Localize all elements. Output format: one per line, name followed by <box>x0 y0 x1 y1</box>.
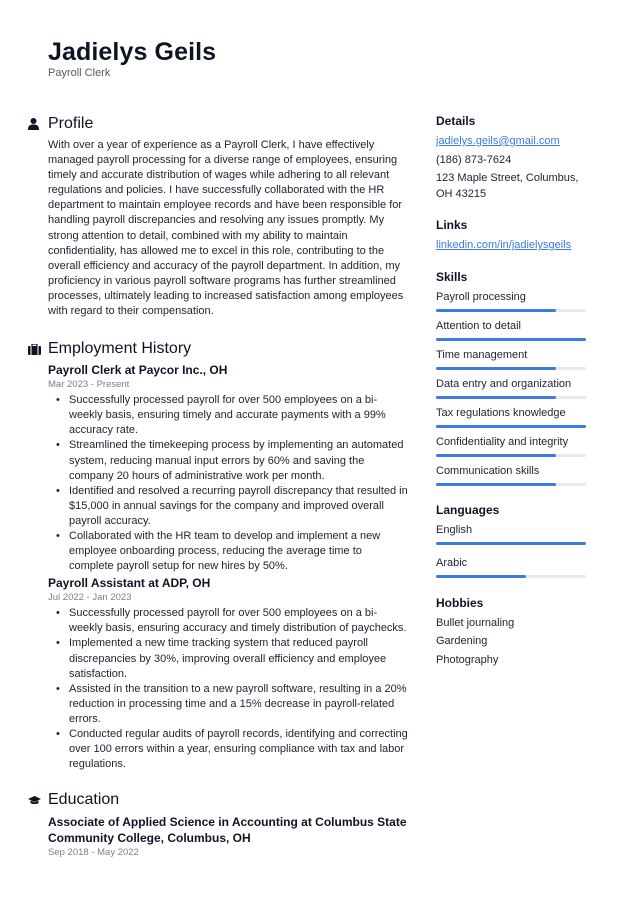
employment-heading-row: Employment History <box>28 338 408 360</box>
job-bullet: Identified and resolved a recurring payr… <box>54 484 408 529</box>
candidate-title: Payroll Clerk <box>48 67 111 79</box>
hobby-item: Bullet journaling <box>436 616 515 629</box>
education-list: Associate of Applied Science in Accounti… <box>48 814 408 859</box>
profile-summary: With over a year of experience as a Payr… <box>48 139 404 318</box>
job-bullet: Streamlined the timekeeping process by i… <box>54 438 408 483</box>
level-bar-fill <box>436 337 586 341</box>
profile-heading: Profile <box>48 115 94 132</box>
education-heading-row: Education <box>28 789 408 811</box>
level-bar-fill <box>436 366 556 370</box>
job-bullet: Conducted regular audits of payroll reco… <box>54 727 408 772</box>
language-label: Arabic <box>436 556 468 569</box>
hobbies-list: Bullet journaling Gardening Photography <box>436 616 596 669</box>
education-date: Sep 2018 - May 2022 <box>48 847 139 859</box>
hobby-item: Photography <box>436 653 499 666</box>
hobby-item: Gardening <box>436 635 488 647</box>
job-date: Mar 2023 - Present <box>48 379 130 391</box>
skill-item: Time management <box>436 348 596 370</box>
job-entry: Payroll Clerk at Paycor Inc., OH Mar 2023… <box>48 362 408 574</box>
main-column: Profile With over a year of experience a… <box>28 113 408 861</box>
skill-label: Attention to detail <box>436 319 522 332</box>
level-bar <box>436 424 586 428</box>
details-heading: Details <box>436 114 476 128</box>
education-section: Education Associate of Applied Science i… <box>28 789 408 859</box>
language-item: Arabic <box>436 556 596 578</box>
skill-item: Attention to detail <box>436 319 596 341</box>
hobbies-heading: Hobbies <box>436 595 484 610</box>
job-title: Payroll Clerk at Paycor Inc., OH <box>48 363 228 378</box>
email-link[interactable]: jadielys.geils@gmail.com <box>436 135 560 147</box>
skills-section: Skills Payroll processing Attention to de… <box>436 269 596 486</box>
languages-list: English Arabic <box>436 523 596 578</box>
skill-label: Confidentiality and integrity <box>436 435 569 448</box>
phone: (186) 873-7624 <box>436 153 512 166</box>
job-bullet: Collaborated with the HR team to develop… <box>54 529 408 574</box>
links-section: Links linkedin.com/in/jadielysgeils <box>436 217 596 254</box>
skill-label: Payroll processing <box>436 290 526 303</box>
level-bar <box>436 308 586 312</box>
profile-heading-row: Profile <box>28 113 408 135</box>
employment-heading: Employment History <box>48 340 192 358</box>
sidebar: Details jadielys.geils@gmail.com (186) 8… <box>436 113 596 671</box>
level-bar <box>436 395 586 399</box>
skill-item: Tax regulations knowledge <box>436 406 596 428</box>
job-entry: Payroll Assistant at ADP, OH Jul 2022 - J… <box>48 575 408 772</box>
level-bar <box>436 541 586 545</box>
skills-list: Payroll processing Attention to detail Tim… <box>436 290 596 486</box>
level-bar-fill <box>436 424 586 428</box>
skill-item: Payroll processing <box>436 290 596 312</box>
jobs-list: Payroll Clerk at Paycor Inc., OH Mar 2023… <box>48 362 408 772</box>
level-bar-fill <box>436 482 556 486</box>
address: 123 Maple Street, Columbus, OH 43215 <box>436 172 579 200</box>
level-bar <box>436 366 586 370</box>
job-bullet: Successfully processed payroll for over … <box>54 393 408 438</box>
profile-section: Profile With over a year of experience a… <box>28 113 408 319</box>
linkedin-link[interactable]: linkedin.com/in/jadielysgeils <box>436 239 571 251</box>
employment-section: Employment History Payroll Clerk at Payc… <box>28 338 408 772</box>
job-bullet: Implemented a new time tracking system t… <box>54 636 408 681</box>
details-section: Details jadielys.geils@gmail.com (186) 8… <box>436 113 596 202</box>
languages-section: Languages English Arabic <box>436 502 596 578</box>
job-date: Jul 2022 - Jan 2023 <box>48 592 132 604</box>
skill-item: Confidentiality and integrity <box>436 435 596 457</box>
languages-heading: Languages <box>436 502 500 517</box>
level-bar-fill <box>436 308 556 312</box>
job-title: Payroll Assistant at ADP, OH <box>48 576 211 591</box>
level-bar-fill <box>436 541 586 545</box>
language-label: English <box>436 523 473 536</box>
job-bullet: Assisted in the transition to a new payr… <box>54 682 408 727</box>
language-item: English <box>436 523 596 545</box>
education-heading: Education <box>48 791 120 809</box>
briefcase-icon <box>28 343 48 355</box>
candidate-name: Jadielys Geils <box>48 38 217 66</box>
skill-item: Communication skills <box>436 464 596 486</box>
skill-label: Tax regulations knowledge <box>436 406 566 419</box>
level-bar <box>436 482 586 486</box>
level-bar <box>436 574 586 578</box>
skill-label: Data entry and organization <box>436 377 572 390</box>
skill-label: Communication skills <box>436 464 540 477</box>
degree-title: Associate of Applied Science in Accounti… <box>48 815 407 846</box>
person-icon <box>28 118 48 130</box>
job-bullets: Successfully processed payroll for over … <box>54 393 408 574</box>
level-bar-fill <box>436 574 526 578</box>
links-heading: Links <box>436 218 468 232</box>
level-bar-fill <box>436 395 556 399</box>
job-bullet: Successfully processed payroll for over … <box>54 606 408 636</box>
job-bullets: Successfully processed payroll for over … <box>54 606 408 772</box>
skill-item: Data entry and organization <box>436 377 596 399</box>
level-bar <box>436 337 586 341</box>
skills-heading: Skills <box>436 269 468 284</box>
graduation-cap-icon <box>28 795 48 805</box>
hobbies-section: Hobbies Bullet journaling Gardening Photog… <box>436 595 596 669</box>
level-bar-fill <box>436 453 556 457</box>
level-bar <box>436 453 586 457</box>
skill-label: Time management <box>436 348 528 361</box>
education-entry: Associate of Applied Science in Accounti… <box>48 814 408 859</box>
